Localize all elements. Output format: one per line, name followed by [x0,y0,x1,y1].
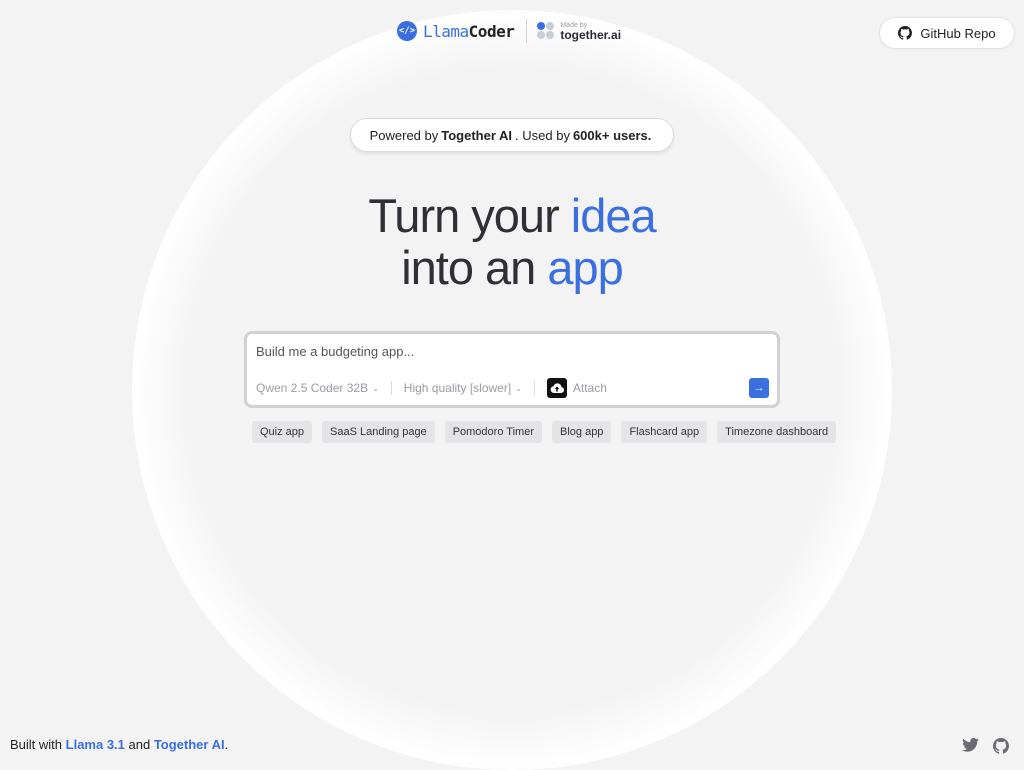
brand-header[interactable]: </> LlamaCoder Made by together.ai [397,18,621,44]
github-repo-button[interactable]: GitHub Repo [879,17,1015,49]
prompt-box: Qwen 2.5 Coder 32B ⌄ High quality [slowe… [244,331,780,408]
social-links [962,738,1023,754]
llama-link[interactable]: Llama 3.1 [66,737,125,752]
together-link[interactable]: Together AI [154,737,225,752]
send-button[interactable]: → [749,378,769,398]
quality-select[interactable]: High quality [slower] ⌄ [404,381,522,395]
suggestion-chip[interactable]: Flashcard app [621,421,708,443]
made-by-together[interactable]: Made by together.ai [560,22,621,41]
suggestion-chip[interactable]: Blog app [552,421,612,443]
toolbar-divider [390,381,392,395]
twitter-icon[interactable] [962,738,979,754]
suggestion-chip[interactable]: Quiz app [252,421,313,443]
page-title: Turn your idea into an app [368,189,656,294]
arrow-right-icon: → [753,382,765,394]
powered-by-badge: Powered by Together AI . Used by 600k+ u… [350,118,674,152]
toolbar-divider [533,381,535,395]
chevron-down-icon: ⌄ [515,383,522,393]
model-select[interactable]: Qwen 2.5 Coder 32B ⌄ [256,381,379,395]
prompt-input[interactable] [256,344,756,359]
attach-button[interactable]: Attach [546,378,607,398]
brand-name: LlamaCoder [423,21,515,41]
suggestion-chip[interactable]: Pomodoro Timer [444,421,542,443]
github-repo-label: GitHub Repo [920,25,996,41]
footer-credit: Built with Llama 3.1 and Together AI. [10,737,229,752]
suggestion-chip[interactable]: Timezone dashboard [717,421,837,443]
together-logo-icon [537,21,555,41]
suggestion-chips: Quiz app SaaS Landing page Pomodoro Time… [252,421,846,443]
code-icon: </> [397,21,417,41]
chevron-down-icon: ⌄ [372,383,379,393]
github-icon [898,26,913,40]
suggestion-chip[interactable]: SaaS Landing page [322,421,435,443]
brand-divider [526,19,528,43]
upload-cloud-icon [546,378,567,398]
github-icon[interactable] [993,738,1009,754]
prompt-toolbar: Qwen 2.5 Coder 32B ⌄ High quality [slowe… [256,377,769,399]
